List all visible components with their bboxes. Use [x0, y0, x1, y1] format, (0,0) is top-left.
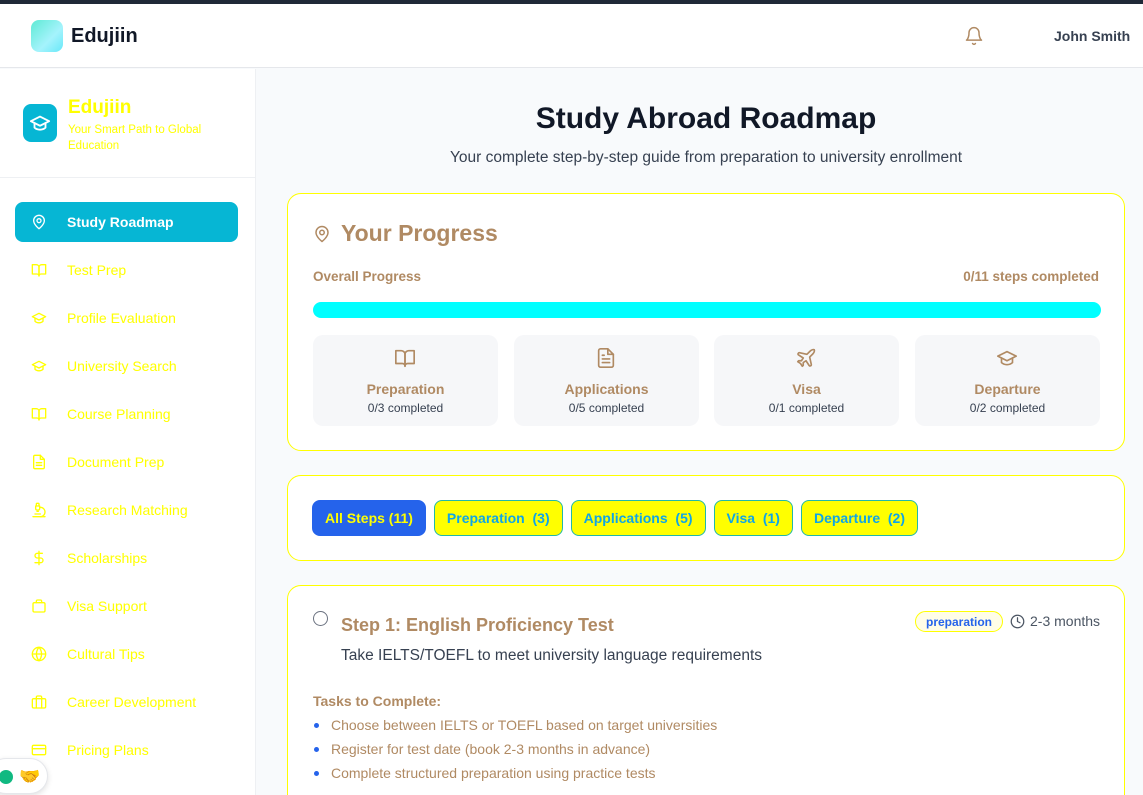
dollar-icon — [34, 550, 44, 566]
overall-progress-label: Overall Progress — [313, 269, 422, 284]
sidebar-item-document-prep[interactable]: Document Prep — [15, 442, 238, 482]
phase-name: Departure — [974, 381, 1041, 397]
phase-card-preparation: Preparation 0/3 completed — [313, 335, 498, 426]
step-duration-text: 2-3 months — [1030, 613, 1101, 629]
step-phase-badge: preparation — [915, 611, 1004, 632]
phase-card-visa: Visa 0/1 completed — [714, 335, 899, 426]
map-pin-icon — [315, 225, 329, 242]
phase-count: 0/2 completed — [969, 401, 1046, 415]
help-widget-button[interactable]: 🤝 — [0, 758, 48, 794]
progress-header: Your Progress — [313, 220, 498, 247]
phase-name: Visa — [792, 381, 821, 397]
tasks-label: Tasks to Complete: — [313, 693, 442, 709]
graduation-cap-icon — [31, 312, 47, 324]
filter-card: All Steps (11) Preparation (3) Applicati… — [287, 475, 1125, 561]
task-item: Complete structured preparation using pr… — [313, 765, 717, 789]
file-text-icon — [33, 454, 45, 470]
book-open-icon — [31, 264, 47, 277]
clock-icon — [1010, 614, 1025, 628]
book-open-icon — [395, 349, 415, 368]
phase-count: 0/5 completed — [568, 401, 645, 415]
sidebar-item-label: Study Roadmap — [67, 214, 174, 230]
credit-card-icon — [31, 744, 47, 756]
map-pin-icon — [33, 214, 45, 230]
top-header: Edujiin John Smith — [0, 4, 1143, 68]
sidebar-item-label: University Search — [67, 358, 177, 374]
sidebar: Edujiin Your Smart Path to Global Educat… — [0, 69, 256, 795]
graduation-cap-icon — [997, 350, 1017, 366]
progress-title: Your Progress — [341, 220, 498, 246]
sidebar-item-label: Career Development — [67, 694, 197, 710]
handshake-icon: 🤝 — [19, 767, 41, 786]
page-subtitle: Your complete step-by-step guide from pr… — [449, 149, 963, 166]
sidebar-item-label: Test Prep — [67, 262, 127, 278]
sidebar-brand-tagline: Your Smart Path to Global Education — [68, 124, 202, 152]
filter-visa[interactable]: Visa (1) — [713, 500, 793, 536]
bell-icon[interactable] — [964, 26, 984, 46]
online-indicator — [0, 770, 13, 784]
overall-progress-bar — [313, 302, 1101, 318]
sidebar-item-label: Cultural Tips — [67, 646, 145, 662]
microscope-icon — [32, 502, 46, 518]
task-item: Register for test date (book 2-3 months … — [313, 741, 717, 765]
globe-icon — [31, 646, 47, 662]
filter-all-steps[interactable]: All Steps (11) — [312, 500, 426, 536]
phase-count: 0/3 completed — [367, 401, 444, 415]
sidebar-item-profile-evaluation[interactable]: Profile Evaluation — [15, 298, 238, 338]
sidebar-item-visa-support[interactable]: Visa Support — [15, 586, 238, 626]
sidebar-item-test-prep[interactable]: Test Prep — [15, 250, 238, 290]
progress-card: Your Progress Overall Progress 0/11 step… — [287, 193, 1125, 451]
passport-icon — [32, 599, 46, 613]
sidebar-item-label: Scholarships — [67, 550, 148, 566]
task-list: Choose between IELTS or TOEFL based on t… — [313, 717, 717, 789]
phase-count: 0/1 completed — [768, 401, 845, 415]
sidebar-item-research-matching[interactable]: Research Matching — [15, 490, 238, 530]
sidebar-item-study-roadmap[interactable]: Study Roadmap — [15, 202, 238, 242]
briefcase-icon — [31, 695, 47, 709]
brand-name[interactable]: Edujiin — [71, 25, 138, 48]
sidebar-item-course-planning[interactable]: Course Planning — [15, 394, 238, 434]
logo-icon[interactable] — [31, 20, 63, 52]
sidebar-item-label: Document Prep — [67, 454, 165, 470]
sidebar-brand: Edujiin Your Smart Path to Global Educat… — [0, 69, 255, 178]
user-name[interactable]: John Smith — [1054, 28, 1130, 44]
step-title[interactable]: Step 1: English Proficiency Test — [341, 615, 614, 636]
step-card: Step 1: English Proficiency Test prepara… — [287, 585, 1125, 795]
phase-name: Applications — [564, 381, 649, 397]
steps-completed-count: 0/11 steps completed — [963, 269, 1099, 284]
page-title: Study Abroad Roadmap — [535, 102, 877, 135]
phase-name: Preparation — [366, 381, 445, 397]
file-text-icon — [597, 348, 615, 368]
graduation-cap-icon — [31, 360, 47, 372]
sidebar-item-label: Profile Evaluation — [67, 310, 176, 326]
sidebar-item-cultural-tips[interactable]: Cultural Tips — [15, 634, 238, 674]
filter-departure[interactable]: Departure (2) — [800, 500, 918, 536]
filter-preparation[interactable]: Preparation (3) — [433, 500, 563, 536]
step-description: Take IELTS/TOEFL to meet university lang… — [341, 647, 762, 664]
plane-icon — [796, 348, 816, 368]
sidebar-item-label: Course Planning — [67, 406, 171, 422]
sidebar-item-university-search[interactable]: University Search — [15, 346, 238, 386]
filter-chip-group: All Steps (11) Preparation (3) Applicati… — [312, 500, 926, 536]
phase-card-applications: Applications 0/5 completed — [514, 335, 699, 426]
sidebar-item-label: Visa Support — [67, 598, 147, 614]
sidebar-item-pricing-plans[interactable]: Pricing Plans — [15, 730, 238, 770]
sidebar-item-label: Pricing Plans — [67, 742, 149, 758]
step-complete-radio[interactable] — [313, 611, 328, 626]
book-open-icon — [31, 408, 47, 421]
sidebar-item-scholarships[interactable]: Scholarships — [15, 538, 238, 578]
filter-applications[interactable]: Applications (5) — [570, 500, 706, 536]
graduation-cap-icon — [23, 104, 57, 142]
task-item: Choose between IELTS or TOEFL based on t… — [313, 717, 717, 741]
sidebar-item-career-development[interactable]: Career Development — [15, 682, 238, 722]
phase-card-departure: Departure 0/2 completed — [915, 335, 1100, 426]
sidebar-item-label: Research Matching — [67, 502, 188, 518]
sidebar-brand-title: Edujiin — [68, 97, 132, 118]
step-duration: 2-3 months — [1010, 613, 1100, 629]
